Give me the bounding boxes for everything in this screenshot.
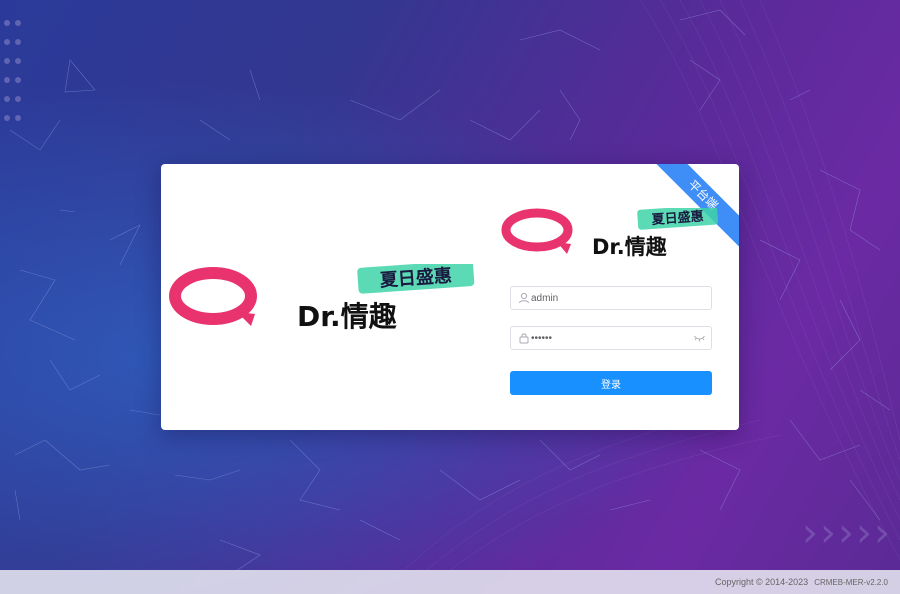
footer-text: Copyright © 2014-2023 CRMEB-MER-v2.2.0 bbox=[715, 577, 888, 587]
footer-bar: Copyright © 2014-2023 CRMEB-MER-v2.2.0 bbox=[0, 570, 900, 594]
login-card: 平台端 Dr.情趣 夏日盛惠 Dr.情趣 夏日盛惠 admin •••••• 登… bbox=[161, 164, 739, 430]
brand-logo-large: Dr.情趣 夏日盛惠 bbox=[169, 264, 475, 333]
version-text: CRMEB-MER-v2.2.0 bbox=[814, 578, 888, 587]
brand-logo-small: Dr.情趣 夏日盛惠 bbox=[501, 208, 718, 259]
lock-icon bbox=[519, 333, 529, 344]
password-input[interactable] bbox=[531, 330, 696, 346]
password-field[interactable] bbox=[510, 326, 712, 350]
chevron-decoration: ››››› bbox=[802, 510, 892, 556]
login-button[interactable]: 登录 bbox=[510, 371, 712, 395]
username-field[interactable] bbox=[510, 286, 712, 310]
brand-text-small: Dr.情趣 bbox=[592, 235, 668, 259]
dot-grid-decoration bbox=[4, 18, 26, 132]
copyright-text: Copyright © 2014-2023 bbox=[715, 577, 809, 587]
eye-closed-icon[interactable] bbox=[694, 334, 705, 342]
username-input[interactable] bbox=[531, 290, 696, 306]
brand-text: Dr.情趣 bbox=[297, 300, 397, 333]
user-icon bbox=[519, 292, 529, 304]
